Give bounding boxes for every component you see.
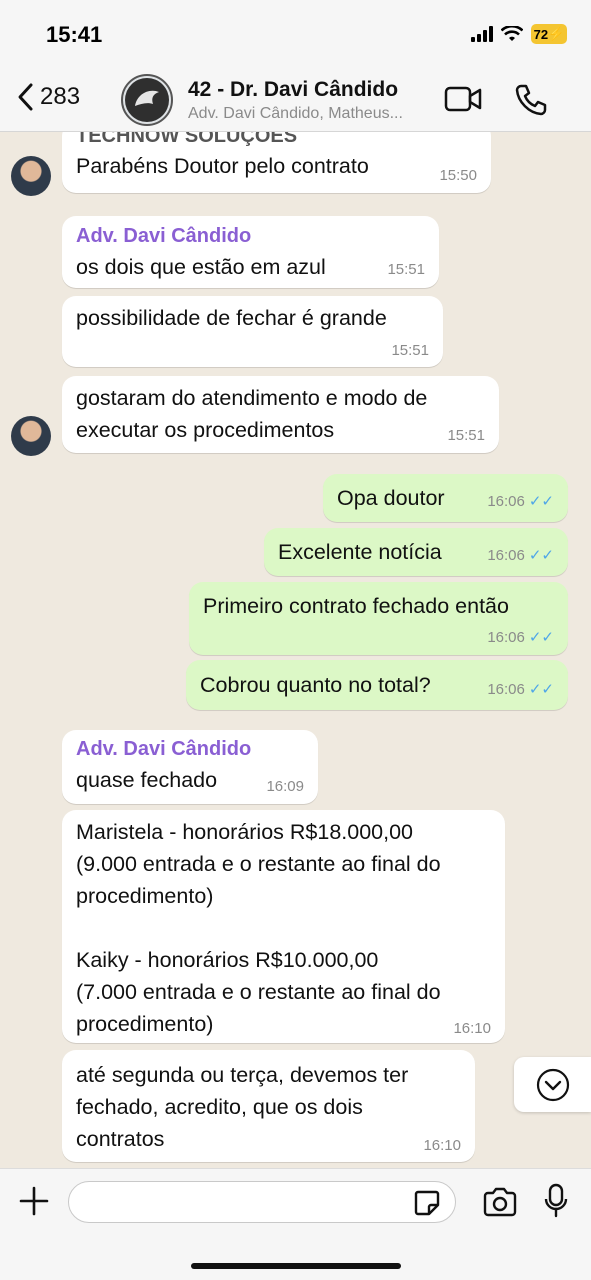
plus-icon[interactable] [18, 1185, 50, 1217]
message-sender: TECHNOW SOLUÇOES [76, 132, 298, 147]
message-bubble[interactable]: possibilidade de fechar é grande 15:51 [62, 296, 443, 367]
message-bubble[interactable]: Adv. Davi Cândido quase fechado 16:09 [62, 730, 318, 804]
message-sender: Adv. Davi Cândido [76, 738, 252, 760]
battery-icon: 72 ⚡ [531, 24, 567, 44]
message-text: possibilidade de fechar é grande [76, 306, 387, 330]
camera-icon[interactable] [482, 1187, 518, 1217]
message-text-line: Maristela - honorários R$18.000,00 [76, 820, 414, 844]
message-text: Excelente notícia [278, 540, 442, 564]
status-time: 15:41 [46, 22, 103, 47]
message-time: 16:06 [487, 629, 525, 646]
eagle-logo-icon [125, 78, 169, 122]
message-input[interactable] [68, 1181, 456, 1223]
message-time: 16:06 [487, 681, 525, 698]
message-time: 16:06 [487, 493, 525, 510]
message-time: 16:10 [453, 1020, 491, 1037]
message-text: Cobrou quanto no total? [200, 673, 431, 697]
message-bubble[interactable]: Primeiro contrato fechado então 16:06 ✓✓ [189, 582, 568, 655]
message-bubble[interactable]: gostaram do atendimento e modo de execut… [62, 376, 499, 453]
microphone-icon[interactable] [543, 1183, 569, 1219]
message-text-line: executar os procedimentos [76, 418, 335, 442]
read-receipt-icon: ✓✓ [528, 629, 554, 646]
message-text: Parabéns Doutor pelo contrato [76, 154, 369, 178]
message-text-line: (7.000 entrada e o restante ao final do [76, 980, 441, 1004]
message-text-line: procedimento) [76, 1012, 214, 1036]
message-bubble[interactable]: Adv. Davi Cândido os dois que estão em a… [62, 216, 439, 288]
phone-icon[interactable] [514, 83, 548, 117]
message-time: 15:51 [391, 342, 429, 359]
chat-area[interactable]: TECHNOW SOLUÇOES Parabéns Doutor pelo co… [0, 132, 591, 1168]
message-text: Opa doutor [337, 486, 445, 510]
avatar[interactable] [11, 156, 51, 196]
message-bubble[interactable]: até segunda ou terça, devemos ter fechad… [62, 1050, 475, 1162]
message-time: 15:51 [387, 261, 425, 278]
chevron-down-icon [536, 1068, 569, 1101]
signal-icon [471, 26, 493, 42]
chat-header: 283 42 - Dr. Davi Cândido Adv. Davi Când… [0, 70, 591, 132]
unread-count: 283 [40, 83, 81, 110]
message-time: 15:50 [439, 167, 477, 184]
message-bubble[interactable]: Cobrou quanto no total? 16:06 ✓✓ [186, 660, 568, 710]
read-receipt-icon: ✓✓ [528, 681, 554, 698]
video-camera-icon[interactable] [444, 86, 482, 112]
sticker-icon[interactable] [413, 1189, 441, 1217]
wifi-icon [501, 26, 523, 41]
chat-title[interactable]: 42 - Dr. Davi Cândido [188, 78, 398, 102]
message-bubble[interactable]: Excelente notícia 16:06 ✓✓ [264, 528, 568, 576]
message-time: 16:09 [266, 778, 304, 795]
message-text: os dois que estão em azul [76, 255, 326, 279]
read-receipt-icon: ✓✓ [528, 547, 554, 564]
message-time: 15:51 [447, 427, 485, 444]
status-icons: 72 ⚡ [471, 24, 567, 44]
read-receipt-icon: ✓✓ [528, 493, 554, 510]
chevron-left-icon [18, 83, 33, 111]
message-bubble[interactable]: TECHNOW SOLUÇOES Parabéns Doutor pelo co… [62, 132, 491, 193]
message-text-line: procedimento) [76, 884, 214, 908]
status-bar: 15:41 72 ⚡ [0, 0, 591, 70]
message-text-line: Kaiky - honorários R$10.000,00 [76, 948, 379, 972]
message-bubble[interactable]: Opa doutor 16:06 ✓✓ [323, 474, 568, 522]
chat-subtitle[interactable]: Adv. Davi Cândido, Matheus... [188, 105, 433, 123]
message-text: Primeiro contrato fechado então [203, 594, 509, 618]
message-text-line: contratos [76, 1127, 165, 1151]
message-sender: Adv. Davi Cândido [76, 225, 252, 247]
avatar[interactable] [11, 416, 51, 456]
message-bubble[interactable]: Maristela - honorários R$18.000,00 (9.00… [62, 810, 505, 1043]
battery-level: 72 [533, 26, 549, 42]
message-time: 16:10 [423, 1137, 461, 1154]
message-text-line: gostaram do atendimento e modo de [76, 386, 428, 410]
message-text-line: até segunda ou terça, devemos ter [76, 1063, 409, 1087]
group-avatar[interactable] [121, 74, 173, 126]
message-text-line: (9.000 entrada e o restante ao final do [76, 852, 441, 876]
scroll-to-bottom-button[interactable] [514, 1057, 591, 1112]
home-indicator [191, 1263, 401, 1269]
back-button[interactable]: 283 [16, 82, 80, 112]
message-text-line: fechado, acredito, que os dois [76, 1095, 363, 1119]
message-time: 16:06 [487, 547, 525, 564]
